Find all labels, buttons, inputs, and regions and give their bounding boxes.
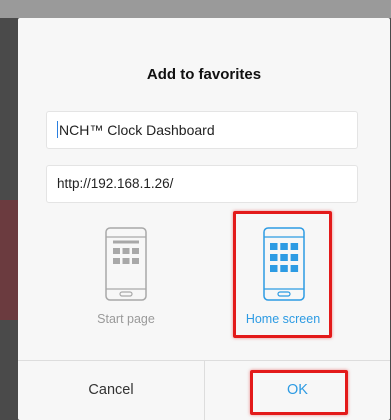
start-page-label: Start page: [97, 312, 155, 326]
home-screen-highlight-box: [233, 211, 332, 338]
start-page-option[interactable]: Start page: [76, 218, 176, 328]
bookmark-name-input[interactable]: NCH™ Clock Dashboard: [46, 111, 358, 149]
background-app-strip: [0, 0, 391, 18]
text-cursor: [57, 121, 58, 139]
ok-highlight-box: [250, 370, 348, 415]
add-to-favorites-dialog: Add to favorites NCH™ Clock Dashboard ht…: [18, 18, 390, 420]
dialog-title: Add to favorites: [146, 66, 262, 83]
background-left-strip: [0, 200, 18, 320]
phone-grid-icon: [105, 227, 147, 301]
cancel-button[interactable]: Cancel: [18, 361, 204, 420]
bookmark-url-value: http://192.168.1.26/: [57, 176, 174, 191]
bookmark-name-value: NCH™ Clock Dashboard: [59, 122, 215, 138]
bookmark-url-input[interactable]: http://192.168.1.26/: [46, 165, 358, 203]
